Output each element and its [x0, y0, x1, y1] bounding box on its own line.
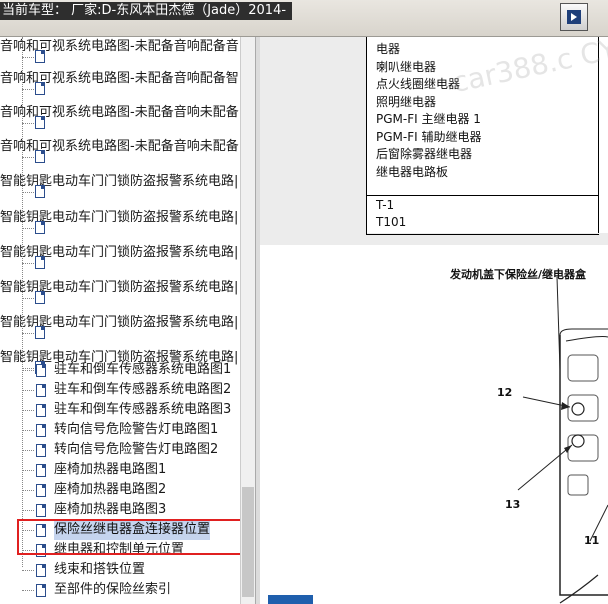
tree-connector [22, 390, 34, 391]
tree-connector [22, 570, 34, 571]
relay-item: 后窗除雾器继电器 [376, 147, 473, 161]
document-icon [35, 291, 45, 304]
tree-item[interactable]: 转向信号危险警告灯电路图1 [54, 420, 218, 440]
tree-connector [22, 123, 34, 124]
tree-connector [22, 510, 34, 511]
relay-item: PGM-FI 辅助继电器 [376, 129, 482, 144]
tree-connector [22, 368, 34, 369]
next-page-icon [567, 10, 581, 24]
tree-connector [22, 157, 34, 158]
fuse-box-diagram [517, 276, 608, 604]
document-icon [35, 256, 45, 269]
tree-connector [22, 89, 34, 90]
relay-item: 点火线圈继电器 [376, 77, 461, 91]
tree-item[interactable]: 线束和搭铁位置 [54, 560, 145, 580]
document-icon [35, 50, 45, 63]
tree-connector [22, 590, 34, 591]
tree-connector [22, 263, 34, 264]
tree-item[interactable]: 驻车和倒车传感器系统电路图2 [54, 380, 231, 400]
document-icon [36, 384, 46, 397]
tree-connector [22, 470, 34, 471]
tree-connector [22, 410, 34, 411]
tree-connector [22, 490, 34, 491]
callout-11: 11 [584, 534, 600, 547]
document-icon [35, 185, 45, 198]
tree-item[interactable]: 座椅加热器电路图2 [54, 480, 166, 500]
relay-item: 照明继电器 [376, 94, 437, 109]
red-highlight-box [17, 519, 254, 555]
document-icon [35, 326, 45, 339]
tree-item[interactable]: 座椅加热器电路图3 [54, 500, 166, 520]
tree-connector [22, 450, 34, 451]
document-icon [36, 484, 46, 497]
tree-connector [22, 228, 34, 229]
tree-connector [22, 333, 34, 334]
document-icon [36, 404, 46, 417]
relay-item: 喇叭继电器 [376, 59, 437, 74]
document-icon [36, 444, 46, 457]
next-page-button[interactable] [560, 3, 588, 31]
document-icon [35, 116, 45, 129]
document-icon [35, 82, 45, 95]
document-icon [35, 221, 45, 234]
tree-connector [22, 192, 34, 193]
tree-connector [22, 298, 34, 299]
document-icon [36, 504, 46, 517]
tree-item[interactable]: 驻车和倒车传感器系统电路图1 [54, 360, 231, 380]
tree-item[interactable]: 驻车和倒车传感器系统电路图3 [54, 400, 231, 420]
title-bar: 当前车型： 厂家:D-东风本田杰德（Jade）2014- [0, 0, 608, 37]
document-icon [36, 564, 46, 577]
tree-item[interactable]: 至部件的保险丝索引 [54, 580, 171, 600]
callout-12: 12 [497, 386, 513, 399]
tree-item[interactable]: 座椅加热器电路图1 [54, 460, 166, 480]
document-icon [36, 584, 46, 597]
connector-code: T-1 [376, 198, 395, 212]
document-icon [36, 464, 46, 477]
tree-item[interactable]: 转向信号危险警告灯电路图2 [54, 440, 218, 460]
tree-connector [22, 430, 34, 431]
tree-connector [22, 57, 34, 58]
window-title: 当前车型： 厂家:D-东风本田杰德（Jade）2014- [0, 2, 293, 20]
connector-code: T101 [376, 215, 407, 229]
tree-scrollbar[interactable] [240, 37, 256, 604]
scrollbar-thumb[interactable] [242, 487, 254, 597]
relay-item: PGM-FI 主继电器 1 [376, 112, 481, 126]
relay-item: 继电器电路板 [376, 164, 449, 179]
document-icon [35, 150, 45, 163]
page-tab[interactable] [268, 595, 313, 604]
relay-item: 电器 [376, 42, 401, 56]
tree-connector [22, 370, 34, 371]
tree-guide-line [22, 37, 23, 567]
callout-13: 13 [505, 498, 521, 511]
document-icon [36, 424, 46, 437]
document-icon [36, 364, 46, 377]
